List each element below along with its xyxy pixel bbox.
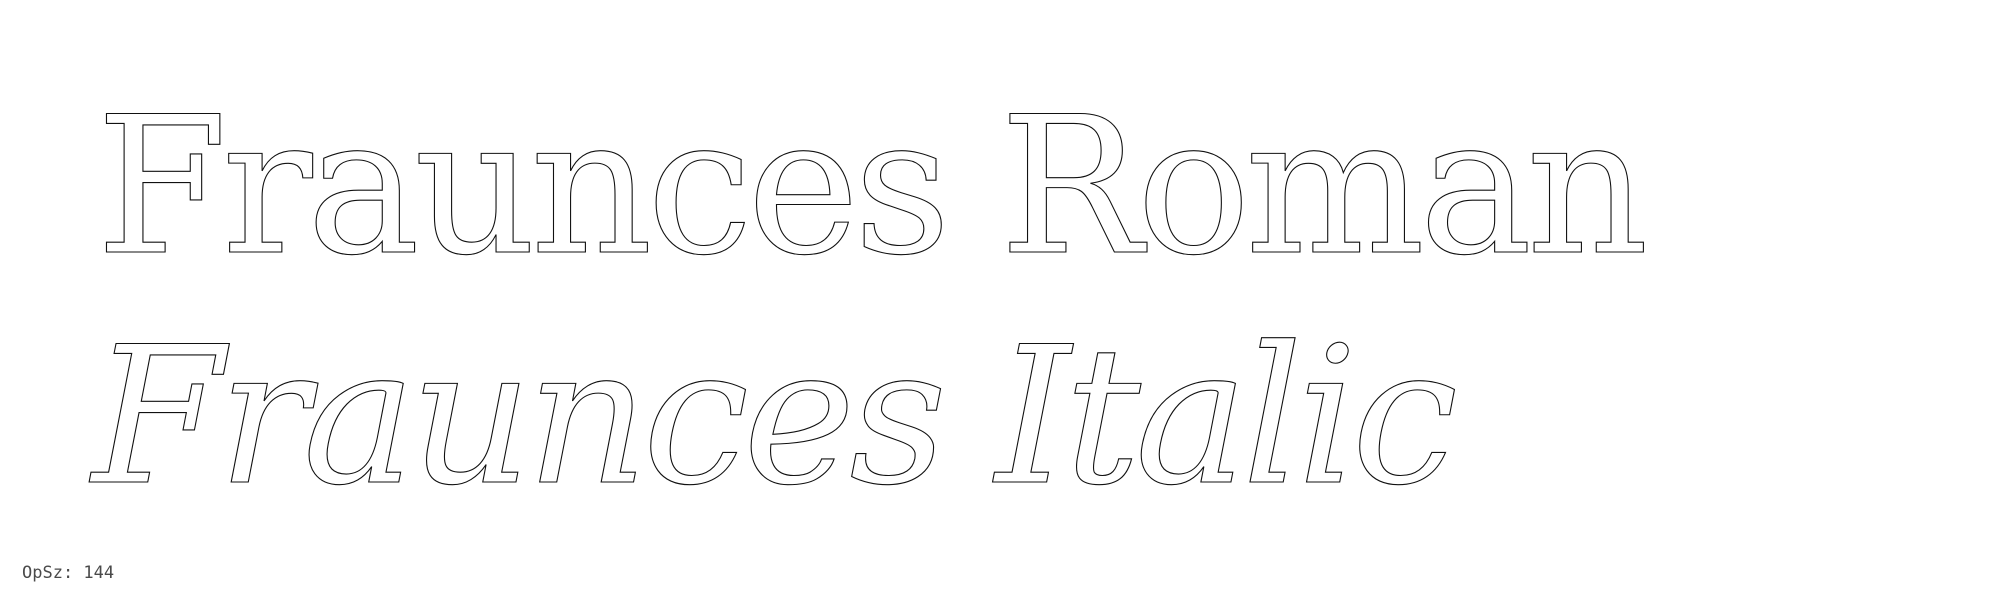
roman-specimen-text: Fraunces Roman <box>95 76 1649 297</box>
italic-specimen-text: Fraunces Italic <box>91 306 1458 527</box>
optical-size-label: OpSz: 144 <box>22 563 115 583</box>
font-specimen-canvas: Fraunces Roman Fraunces Italic OpSz: 144 <box>0 0 2000 600</box>
